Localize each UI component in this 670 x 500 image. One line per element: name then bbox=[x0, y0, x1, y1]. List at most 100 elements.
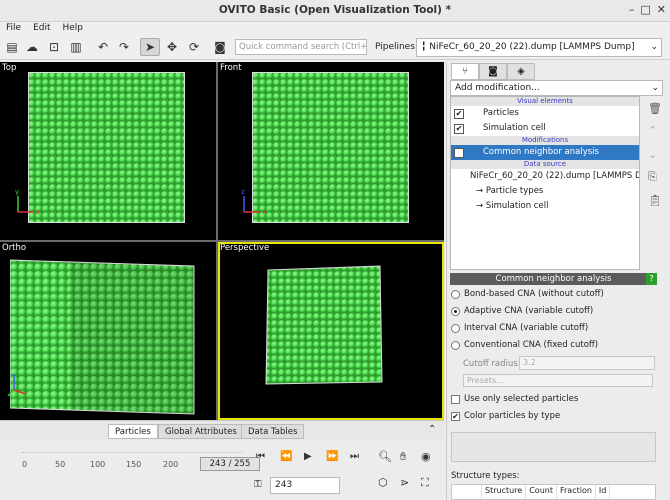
pipeline-item-source[interactable]: NiFeCr_60_20_20 (22).dump [LAMMPS Dum bbox=[451, 169, 639, 184]
table-header[interactable]: Count bbox=[526, 485, 557, 499]
viewport-label[interactable]: Top bbox=[2, 63, 16, 73]
axis-tripod-icon: y x bbox=[15, 188, 40, 216]
radio-button[interactable] bbox=[451, 340, 460, 350]
copy-icon[interactable]: ⎘ bbox=[648, 170, 657, 184]
tab-particles[interactable]: Particles bbox=[108, 424, 158, 439]
presets-select[interactable]: Presets... bbox=[463, 374, 653, 387]
minimize-icon[interactable]: – bbox=[629, 3, 635, 16]
pipeline-select[interactable]: ╏ NiFeCr_60_20_20 (22).dump [LAMMPS Dump… bbox=[416, 38, 662, 57]
option-label: Color particles by type bbox=[464, 411, 561, 421]
table-header[interactable]: Fraction bbox=[557, 485, 596, 499]
viewport-front[interactable]: Front z x bbox=[218, 62, 444, 240]
radio-button[interactable] bbox=[451, 289, 460, 299]
atom-block bbox=[28, 72, 185, 223]
pointer-icon[interactable]: ➤ bbox=[140, 38, 160, 56]
option-adaptive-cna[interactable]: Adaptive CNA (variable cutoff) bbox=[451, 306, 593, 316]
undo-icon[interactable]: ↶ bbox=[93, 38, 113, 56]
pipeline-item-particle-types[interactable]: → Particle types bbox=[451, 184, 639, 199]
viewport-label[interactable]: Ortho bbox=[2, 243, 26, 253]
next-frame-icon[interactable]: ⏩ bbox=[326, 451, 338, 462]
table-header bbox=[452, 485, 482, 499]
frame-spinner[interactable]: 243 bbox=[270, 477, 340, 494]
viewport-area: Top y x Front z x Ortho Perspective bbox=[0, 62, 444, 420]
option-interval-cna[interactable]: Interval CNA (variable cutoff) bbox=[451, 323, 588, 333]
color-by-type-option[interactable]: ✔ Color particles by type bbox=[451, 411, 560, 421]
window-title: OVITO Basic (Open Visualization Tool) * bbox=[218, 4, 452, 16]
option-label: Interval CNA (variable cutoff) bbox=[464, 323, 589, 333]
pipeline-item-source-cell[interactable]: → Simulation cell bbox=[451, 199, 639, 214]
viewport-perspective[interactable]: Perspective bbox=[218, 242, 444, 420]
trash-icon[interactable]: 🗑︎ bbox=[648, 102, 662, 115]
option-conventional-cna[interactable]: Conventional CNA (fixed cutoff) bbox=[451, 340, 598, 350]
enable-checkbox[interactable]: ✔ bbox=[454, 148, 464, 158]
render-tab-icon[interactable]: ◙ bbox=[479, 63, 507, 80]
tab-data-tables[interactable]: Data Tables bbox=[241, 424, 305, 439]
pipeline-item-simulation-cell[interactable]: ✔ Simulation cell bbox=[451, 121, 639, 136]
eye-icon[interactable]: ◉ bbox=[421, 450, 431, 463]
first-frame-icon[interactable]: ⏮ bbox=[256, 451, 265, 462]
previous-frame-icon[interactable]: ⏪ bbox=[280, 451, 292, 462]
pan-mode-icon[interactable]: ✥ bbox=[162, 38, 182, 56]
menu-file[interactable]: File bbox=[0, 22, 27, 35]
zoom-icon[interactable]: 🔍︎ bbox=[378, 450, 392, 463]
move-up-icon[interactable]: ⌃ bbox=[648, 124, 657, 137]
table-header[interactable]: Id bbox=[596, 485, 611, 499]
close-icon[interactable]: ✕ bbox=[657, 3, 666, 16]
load-remote-icon[interactable]: ☁ bbox=[22, 38, 42, 56]
menu-help[interactable]: Help bbox=[57, 22, 90, 35]
cutoff-label: Cutoff radius: bbox=[463, 359, 521, 369]
viewport-top[interactable]: Top y x bbox=[0, 62, 216, 240]
clipboard-icon[interactable]: 📋︎ bbox=[648, 194, 662, 207]
orbit-mode-icon[interactable]: ⟳ bbox=[184, 38, 204, 56]
layers-tab-icon[interactable]: ◈ bbox=[507, 63, 535, 80]
visibility-checkbox[interactable]: ✔ bbox=[454, 109, 464, 119]
open-file-icon[interactable]: ⊡ bbox=[44, 38, 64, 56]
checkbox[interactable] bbox=[451, 394, 460, 404]
add-modification-select[interactable]: Add modification... ⌄ bbox=[450, 80, 663, 96]
pipeline-value: NiFeCr_60_20_20 (22).dump [LAMMPS Dump] bbox=[429, 42, 635, 52]
help-icon[interactable]: ? bbox=[646, 273, 657, 285]
time-slider[interactable]: 0 50 100 150 200 250 243 / 255 bbox=[22, 452, 260, 476]
option-label: Bond-based CNA (without cutoff) bbox=[464, 289, 604, 299]
save-session-icon[interactable]: ▥ bbox=[66, 38, 86, 56]
command-search-input[interactable]: Quick command search (Ctrl+P) bbox=[235, 39, 367, 55]
cube-icon[interactable]: ⬡ bbox=[378, 476, 388, 489]
structure-types-table: Structure Count Fraction Id bbox=[451, 484, 656, 500]
axis-tripod-icon: z x bbox=[241, 188, 266, 216]
section-modifications: Modifications bbox=[451, 136, 639, 145]
zoom-all-icon[interactable]: ⛶ bbox=[421, 476, 429, 490]
pan-hand-icon[interactable]: ✋︎ bbox=[400, 450, 406, 464]
maximize-icon[interactable]: □ bbox=[640, 3, 650, 16]
use-selected-option[interactable]: Use only selected particles bbox=[451, 394, 578, 404]
section-visual-elements: Visual elements bbox=[451, 97, 639, 106]
viewport-label[interactable]: Front bbox=[220, 63, 242, 73]
redo-icon[interactable]: ↷ bbox=[114, 38, 134, 56]
time-slider-thumb[interactable]: 243 / 255 bbox=[200, 457, 260, 471]
new-file-icon[interactable]: ▤ bbox=[2, 38, 22, 56]
fov-icon[interactable]: ⋗ bbox=[400, 476, 409, 489]
tick-label: 100 bbox=[90, 460, 106, 469]
render-camera-icon[interactable]: ◙ bbox=[210, 38, 230, 56]
checkbox[interactable]: ✔ bbox=[451, 411, 460, 421]
visibility-checkbox[interactable]: ✔ bbox=[454, 124, 464, 134]
status-area bbox=[451, 432, 656, 462]
pipeline-tab-icon[interactable]: ⑂ bbox=[451, 63, 479, 80]
svg-text:y: y bbox=[15, 188, 19, 196]
radio-button[interactable] bbox=[451, 306, 460, 316]
play-icon[interactable]: ▶ bbox=[304, 451, 312, 462]
viewport-label[interactable]: Perspective bbox=[220, 243, 269, 253]
menu-edit[interactable]: Edit bbox=[27, 22, 56, 35]
data-inspector-tabs: Particles Global Attributes Data Tables … bbox=[0, 420, 444, 440]
item-label: Simulation cell bbox=[483, 123, 546, 133]
last-frame-icon[interactable]: ⏭ bbox=[350, 451, 359, 462]
cutoff-radius-input[interactable]: 3.2 bbox=[519, 356, 655, 370]
radio-button[interactable] bbox=[451, 323, 460, 333]
move-down-icon[interactable]: ⌄ bbox=[648, 148, 657, 161]
tab-global-attributes[interactable]: Global Attributes bbox=[158, 424, 244, 439]
viewport-ortho[interactable]: Ortho bbox=[0, 242, 216, 420]
option-bond-based-cna[interactable]: Bond-based CNA (without cutoff) bbox=[451, 289, 604, 299]
table-header[interactable]: Structure bbox=[482, 485, 527, 499]
chevron-up-icon[interactable]: ⌃ bbox=[428, 424, 436, 435]
pipeline-item-particles[interactable]: ✔ Particles bbox=[451, 106, 639, 121]
pipeline-item-cna[interactable]: ✔ Common neighbor analysis bbox=[451, 145, 639, 160]
